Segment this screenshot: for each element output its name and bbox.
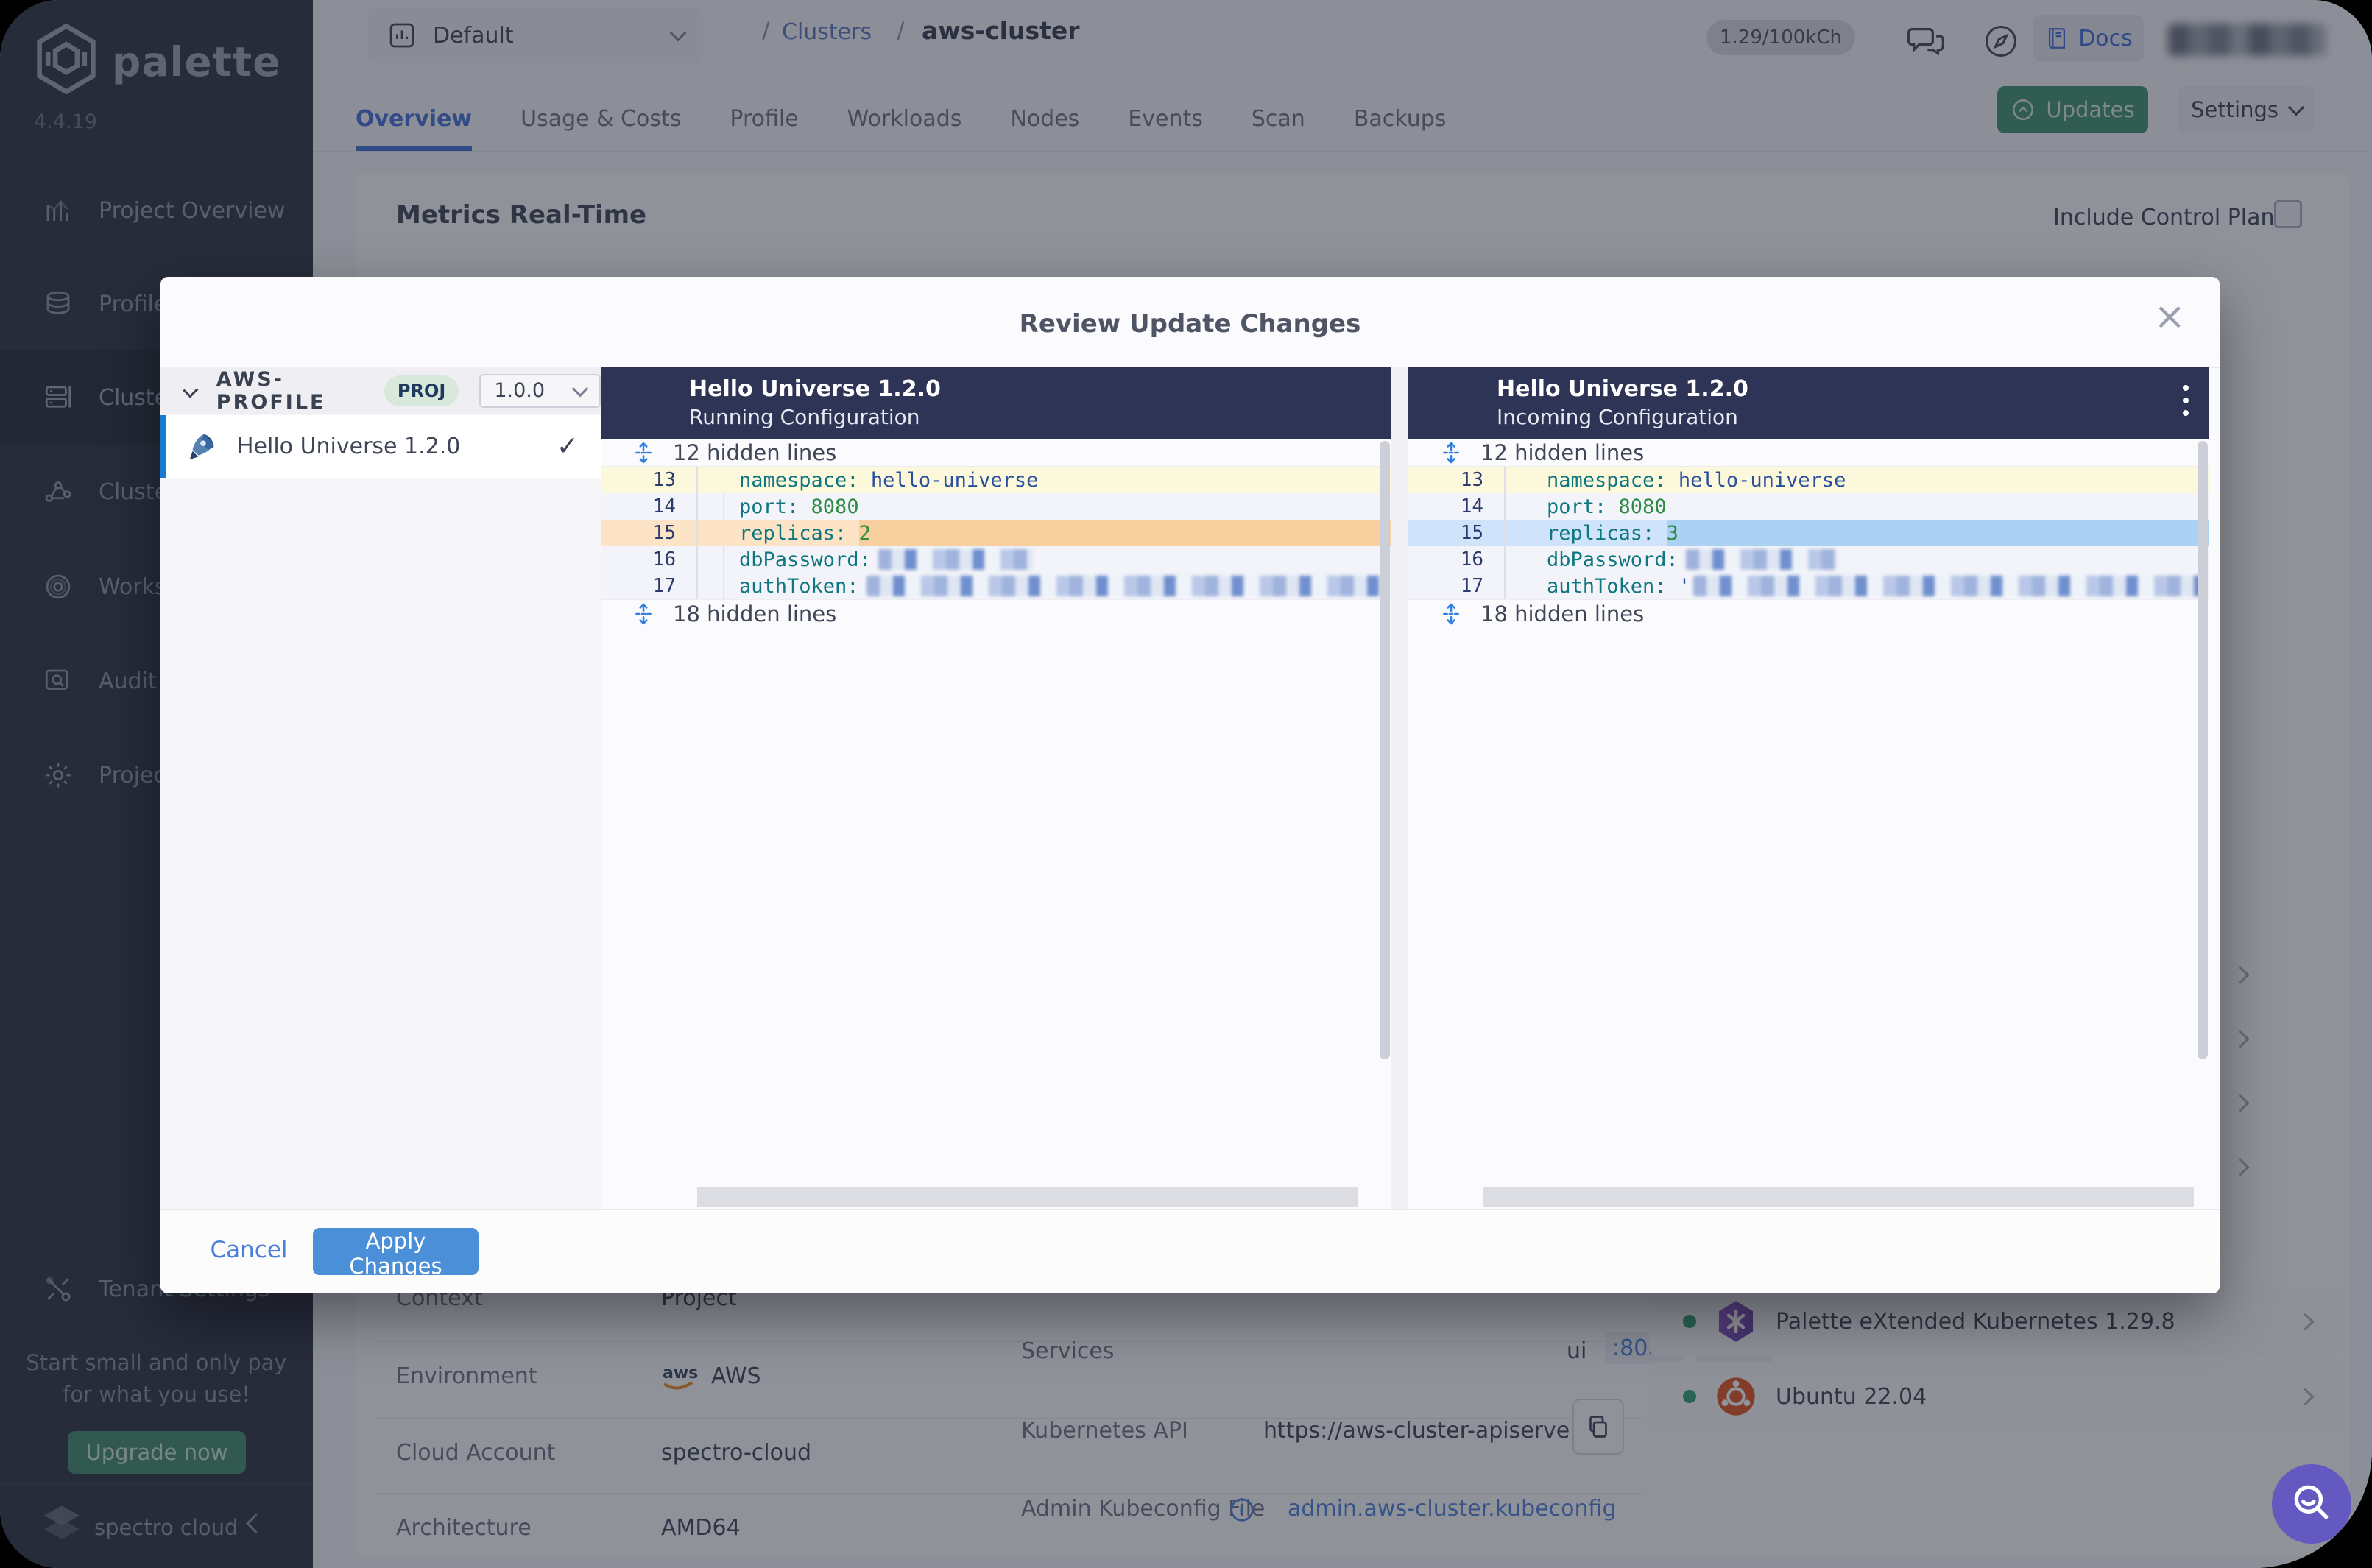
panel-subtitle: Running Configuration: [689, 405, 920, 429]
chevron-down-icon: [571, 380, 589, 397]
running-config-header: Hello Universe 1.2.0 Running Configurati…: [601, 367, 1391, 439]
code-line-16: 16 dbPassword:: [1408, 546, 2209, 573]
profile-column: AWS-PROFILE PROJ 1.0.0 Hello Universe 1.…: [160, 367, 601, 1210]
diff-panel-divider: [1391, 367, 1408, 1210]
code-line-13: 13 namespace: hello-universe: [601, 467, 1391, 493]
cancel-button[interactable]: Cancel: [194, 1237, 304, 1263]
profile-name: AWS-PROFILE: [216, 367, 326, 414]
app-window: Default / Clusters / aws-cluster 1.29/10…: [0, 0, 2372, 1568]
code-line-14: 14 port: 8080: [601, 493, 1391, 520]
horizontal-scrollbar[interactable]: [1483, 1187, 2194, 1207]
code-line-17: 17 authToken:: [601, 573, 1391, 599]
profile-version-select[interactable]: 1.0.0: [479, 373, 601, 408]
hidden-lines-bottom[interactable]: 18 hidden lines: [1408, 599, 2209, 627]
apply-changes-button[interactable]: Apply Changes: [313, 1228, 479, 1279]
incoming-config-panel: Hello Universe 1.2.0 Incoming Configurat…: [1408, 367, 2209, 1210]
unfold-icon: [635, 602, 652, 625]
incoming-config-header: Hello Universe 1.2.0 Incoming Configurat…: [1408, 367, 2209, 439]
modal-footer: Cancel Apply Changes: [160, 1209, 2220, 1293]
code-block[interactable]: 13 namespace: hello-universe 14 port: 80…: [1408, 467, 2209, 599]
panel-subtitle: Incoming Configuration: [1497, 405, 1738, 429]
check-icon: ✓: [556, 431, 579, 462]
code-block[interactable]: 13 namespace: hello-universe 14 port: 80…: [601, 467, 1391, 599]
unfold-icon: [635, 441, 652, 464]
panel-title: Hello Universe 1.2.0: [1497, 376, 1748, 402]
hidden-lines-bottom[interactable]: 18 hidden lines: [601, 599, 1391, 627]
running-config-panel: Hello Universe 1.2.0 Running Configurati…: [601, 367, 1391, 1210]
redacted-secret: [866, 576, 1382, 596]
code-line-15-changed: 15 replicas: 3: [1408, 520, 2209, 546]
review-update-changes-modal: Review Update Changes × AWS-PROFILE PROJ…: [160, 277, 2220, 1293]
vertical-scrollbar[interactable]: [1380, 441, 1390, 1059]
redacted-secret: [1693, 576, 2202, 596]
selected-indicator-bar: [160, 415, 166, 478]
code-line-16: 16 dbPassword:: [601, 546, 1391, 573]
panel-title: Hello Universe 1.2.0: [689, 376, 941, 402]
pack-list-item-selected[interactable]: Hello Universe 1.2.0 ✓: [160, 415, 601, 478]
code-line-13: 13 namespace: hello-universe: [1408, 467, 2209, 493]
hidden-lines-top[interactable]: 12 hidden lines: [1408, 439, 2209, 467]
rocket-icon: [189, 434, 214, 459]
horizontal-scrollbar[interactable]: [697, 1187, 1358, 1207]
pack-name: Hello Universe 1.2.0: [237, 434, 461, 459]
hidden-lines-top[interactable]: 12 hidden lines: [601, 439, 1391, 467]
kebab-menu-icon[interactable]: [2183, 385, 2189, 416]
scope-badge: PROJ: [384, 375, 459, 406]
vertical-scrollbar[interactable]: [2198, 441, 2208, 1059]
support-widget-button[interactable]: [2272, 1464, 2351, 1544]
unfold-icon: [1443, 602, 1459, 625]
redacted-secret: [878, 549, 1033, 570]
unfold-icon: [1443, 441, 1459, 464]
code-line-14: 14 port: 8080: [1408, 493, 2209, 520]
close-icon[interactable]: ×: [2153, 297, 2186, 336]
code-line-17: 17 authToken: ': [1408, 573, 2209, 599]
modal-title: Review Update Changes: [1019, 309, 1361, 339]
search-smile-icon: [2294, 1485, 2329, 1519]
profile-header: AWS-PROFILE PROJ 1.0.0: [160, 367, 601, 414]
code-line-15-changed: 15 replicas: 2: [601, 520, 1391, 546]
redacted-secret: [1685, 549, 1837, 570]
profile-version-value: 1.0.0: [494, 379, 546, 402]
chevron-down-icon[interactable]: [183, 381, 199, 398]
